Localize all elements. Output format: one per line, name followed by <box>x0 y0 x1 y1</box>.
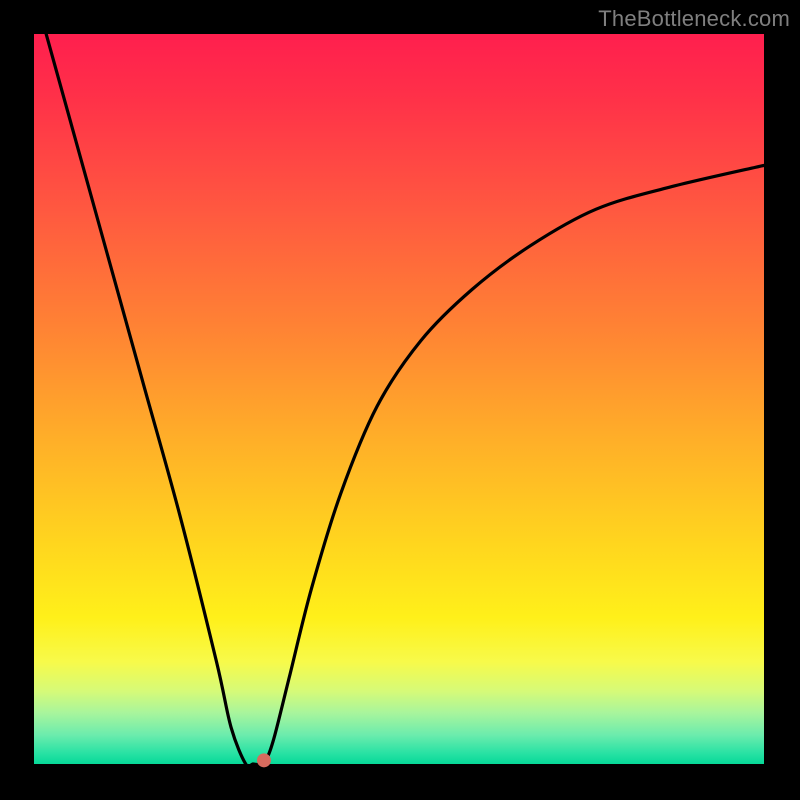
watermark-text: TheBottleneck.com <box>598 6 790 32</box>
chart-frame: TheBottleneck.com <box>0 0 800 800</box>
bottleneck-curve <box>34 0 764 767</box>
marker-dot <box>257 753 271 767</box>
plot-area <box>34 34 764 764</box>
chart-svg <box>34 34 764 764</box>
